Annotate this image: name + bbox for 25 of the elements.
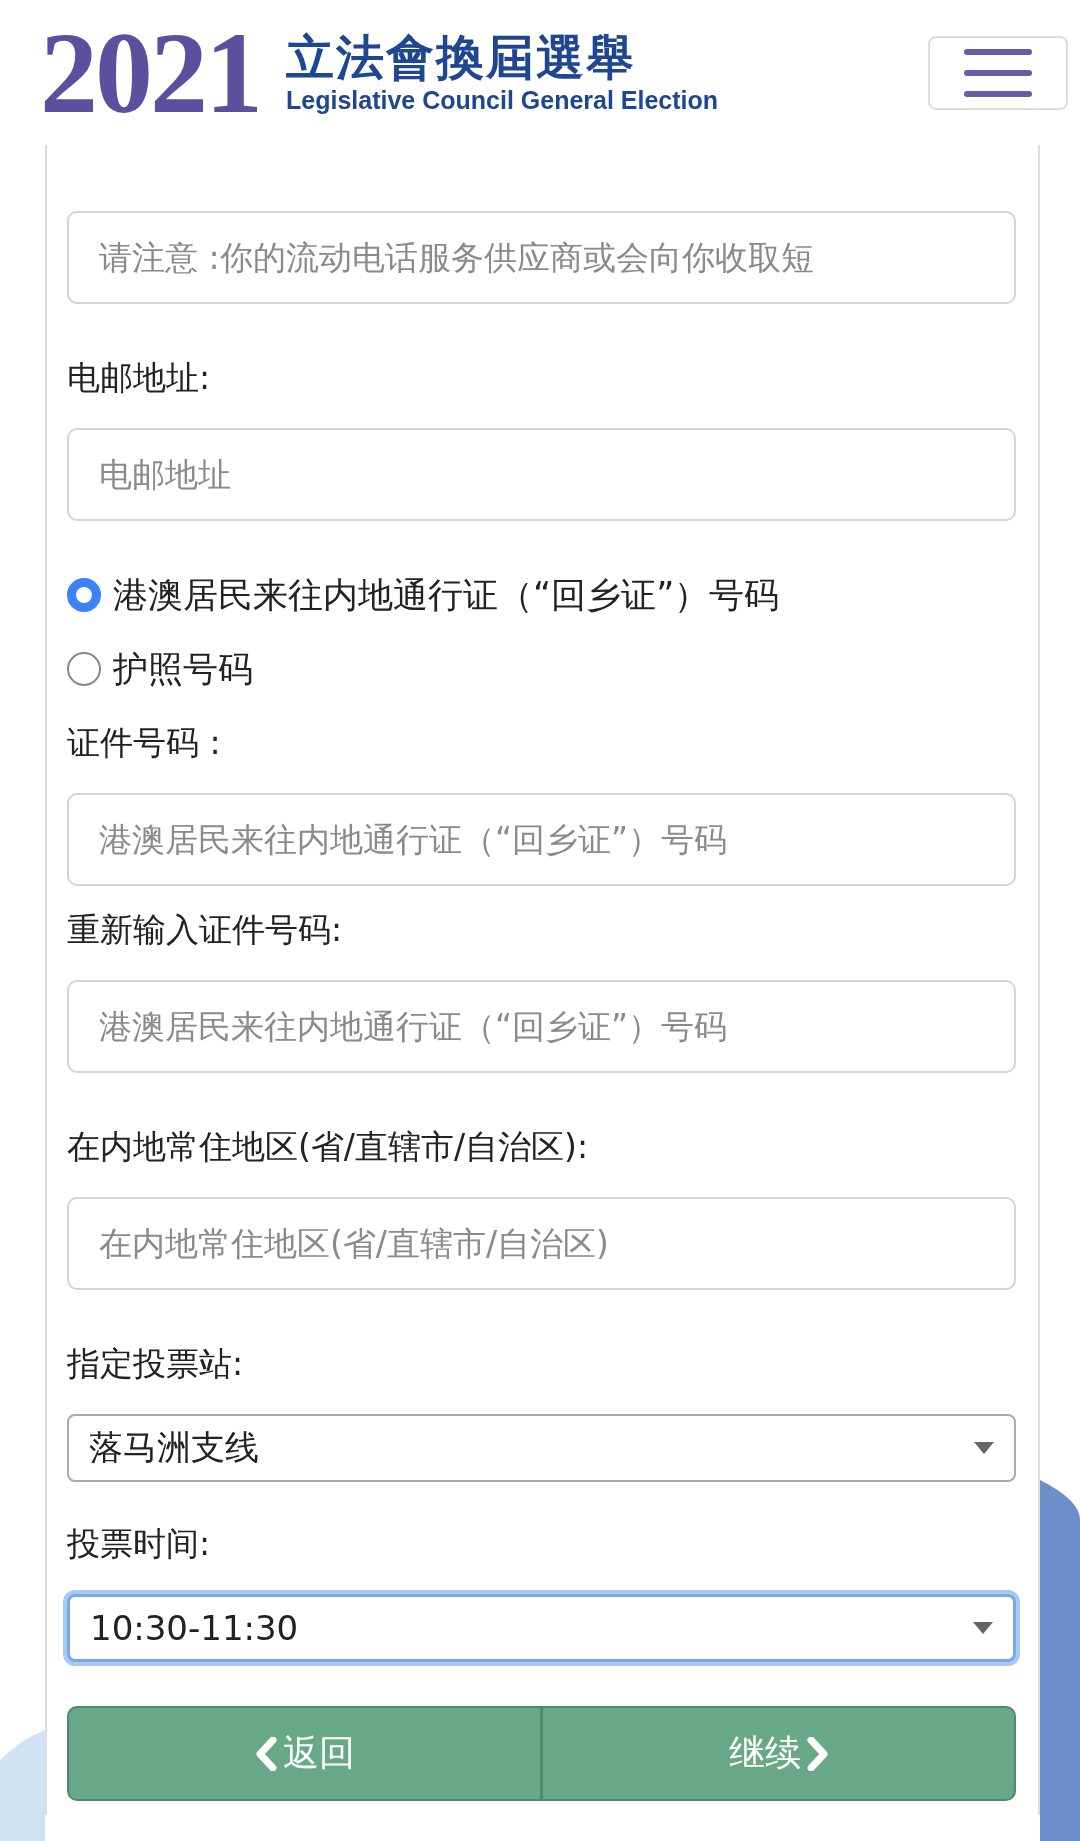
field-label: 证件号码 :	[67, 722, 222, 764]
menu-button[interactable]	[928, 35, 1068, 110]
field-label: 指定投票站:	[67, 1343, 245, 1385]
logo-year: 2021	[40, 14, 260, 131]
radio-button[interactable]	[67, 652, 101, 686]
caret-icon	[974, 1442, 994, 1454]
radio-label[interactable]: 护照号码	[113, 645, 253, 693]
radio-label[interactable]: 港澳居民来往内地通行证（“回乡证”）号码	[113, 571, 780, 619]
logo-subtitle: Legislative Council General Election	[286, 85, 719, 115]
input-field[interactable]: 在内地常住地区(省/直辖市/自治区)	[67, 1197, 1016, 1290]
field-label: 投票时间:	[67, 1523, 212, 1565]
logo-title: 立法會換屆選舉	[286, 30, 637, 86]
field-label: 在内地常住地区(省/直辖市/自治区):	[67, 1126, 590, 1168]
field-label: 重新输入证件号码:	[67, 909, 344, 951]
chevron-left-icon	[254, 1736, 277, 1771]
chevron-right-icon	[806, 1736, 829, 1771]
input-field[interactable]: 请注意 :你的流动电话服务供应商或会向你收取短	[67, 211, 1016, 304]
input-field[interactable]: 港澳居民来往内地通行证（“回乡证”）号码	[67, 793, 1016, 886]
caret-icon	[973, 1622, 993, 1634]
input-field[interactable]: 港澳居民来往内地通行证（“回乡证”）号码	[67, 980, 1016, 1073]
input-field[interactable]: 电邮地址	[67, 428, 1016, 521]
menu-icon	[964, 46, 1032, 99]
dropdown[interactable]: 落马洲支线	[67, 1414, 1016, 1482]
radio-button[interactable]	[67, 578, 101, 612]
field-label: 电邮地址:	[67, 357, 212, 399]
